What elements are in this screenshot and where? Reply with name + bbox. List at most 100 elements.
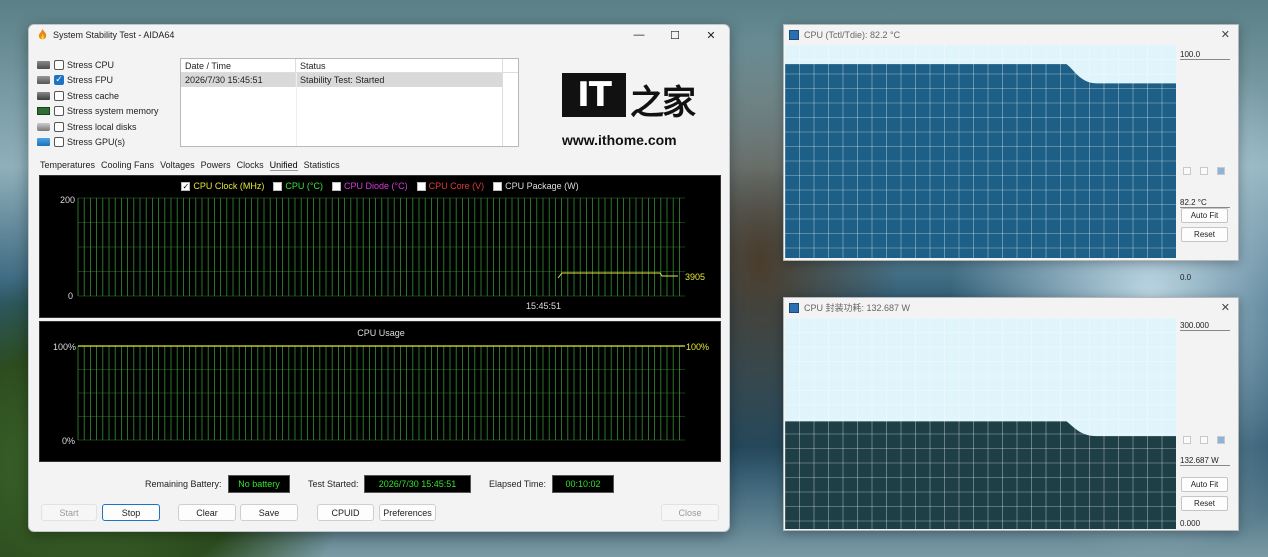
temperature-min-value: 0.0 (1180, 273, 1192, 282)
stress-gpu-checkbox[interactable] (54, 136, 64, 147)
flame-icon (36, 29, 48, 41)
test-started-status: Test Started: (308, 475, 359, 493)
clear-button[interactable]: Clear (178, 504, 236, 521)
log-row[interactable]: 2026/7/30 15:45:51 Stability Test: Start… (181, 73, 502, 87)
sensor-window-title: CPU 封装功耗: 132.687 W (804, 303, 911, 313)
maximize-button[interactable]: ☐ (657, 25, 693, 45)
log-row-status: Stability Test: Started (300, 75, 385, 85)
stress-memory-checkbox[interactable] (54, 105, 64, 116)
temperature-trend-svg (785, 45, 1176, 258)
close-window-button[interactable]: ✕ (693, 25, 729, 45)
memory-icon (37, 106, 50, 115)
power-max-value: 300.000 (1180, 318, 1230, 331)
test-started-label: Test Started: (308, 479, 359, 489)
option-stress-fpu[interactable]: ✓ Stress FPU (37, 72, 113, 87)
cpuid-button[interactable]: CPUID (317, 504, 374, 521)
stress-fpu-label: Stress FPU (67, 74, 114, 85)
elapsed-status: Elapsed Time: (489, 475, 546, 493)
color-swatch-icon[interactable] (1217, 436, 1225, 444)
unified-y-min: 0 (68, 291, 74, 301)
test-started-value: 2026/7/30 15:45:51 (364, 475, 471, 493)
auto-fit-button[interactable]: Auto Fit (1181, 477, 1228, 492)
stress-memory-label: Stress system memory (67, 105, 159, 116)
cpu-icon (37, 60, 50, 69)
temperature-trend-graph (785, 45, 1176, 258)
sensor-app-icon (789, 302, 799, 313)
reset-button[interactable]: Reset (1181, 496, 1228, 511)
option-stress-cpu[interactable]: Stress CPU (37, 57, 114, 72)
color-swatch-icon[interactable] (1183, 436, 1191, 444)
sensor-title-bar[interactable]: CPU 封装功耗: 132.687 W (784, 298, 1238, 317)
close-icon[interactable]: ✕ (1221, 301, 1230, 314)
log-header-status[interactable]: Status (296, 59, 518, 72)
power-trend-svg (785, 318, 1176, 529)
tab-powers[interactable]: Powers (201, 160, 231, 171)
stress-cache-checkbox[interactable] (54, 90, 64, 101)
close-icon[interactable]: ✕ (1221, 28, 1230, 41)
battery-status: Remaining Battery: (145, 475, 222, 493)
color-swatch-icon[interactable] (1200, 167, 1208, 175)
tab-statistics[interactable]: Statistics (304, 160, 340, 171)
logo-zhijia-mark: 之家 (630, 83, 696, 123)
stress-cache-label: Stress cache (67, 90, 120, 101)
graph-tabs: Temperatures Cooling Fans Voltages Power… (40, 160, 340, 171)
window-title: System Stability Test - AIDA64 (53, 30, 175, 40)
battery-value: No battery (228, 475, 290, 493)
cpu-usage-current-value: 100% (686, 342, 710, 352)
option-stress-cache[interactable]: Stress cache (37, 88, 119, 103)
temperature-max-value: 100.0 (1180, 47, 1230, 60)
option-stress-gpu[interactable]: Stress GPU(s) (37, 134, 125, 149)
cpu-usage-graph-grid (77, 345, 685, 441)
stress-fpu-checkbox[interactable]: ✓ (54, 74, 64, 85)
cpu-usage-graph: CPU Usage 100% 0% 100% (39, 321, 721, 462)
stop-button[interactable]: Stop (102, 504, 160, 521)
sensor-title-bar[interactable]: CPU (Tctl/Tdie): 82.2 °C (784, 25, 1238, 44)
unified-current-value: 3905 (685, 272, 706, 282)
save-button[interactable]: Save (240, 504, 298, 521)
unified-graph: ✓ CPU Clock (MHz) CPU (°C) CPU Diode (°C)… (39, 175, 721, 318)
log-header: Date / Time Status (181, 59, 518, 73)
power-current-value: 132.687 W (1180, 453, 1230, 466)
gpu-icon (37, 137, 50, 146)
cpu-usage-y-max: 100% (53, 342, 77, 352)
log-scrollbar[interactable] (502, 59, 503, 146)
stress-disks-checkbox[interactable] (54, 121, 64, 132)
disk-icon (37, 122, 50, 131)
color-swatch-icon[interactable] (1217, 167, 1225, 175)
stress-disks-label: Stress local disks (67, 121, 137, 132)
tab-temperatures[interactable]: Temperatures (40, 160, 95, 171)
stress-gpu-label: Stress GPU(s) (67, 136, 126, 147)
cpu-temperature-graph-window: CPU (Tctl/Tdie): 82.2 °C ✕ 100.0 82.2 °C… (783, 24, 1239, 282)
temperature-current-value: 82.2 °C (1180, 195, 1230, 208)
stress-cpu-checkbox[interactable] (54, 59, 64, 70)
log-header-datetime[interactable]: Date / Time (181, 59, 296, 72)
logo-it-mark: IT (562, 73, 626, 117)
close-button[interactable]: Close (661, 504, 719, 521)
reset-button[interactable]: Reset (1181, 227, 1228, 242)
title-bar[interactable]: System Stability Test - AIDA64 — ☐ ✕ (29, 25, 729, 45)
elapsed-label: Elapsed Time: (489, 479, 547, 489)
stress-cpu-label: Stress CPU (67, 59, 115, 70)
tab-clocks[interactable]: Clocks (237, 160, 264, 171)
option-stress-memory[interactable]: Stress system memory (37, 103, 159, 118)
tab-unified[interactable]: Unified (269, 160, 298, 171)
unified-graph-grid (77, 197, 685, 297)
color-swatch-icon[interactable] (1183, 167, 1191, 175)
tab-cooling-fans[interactable]: Cooling Fans (101, 160, 154, 171)
preferences-button[interactable]: Preferences (379, 504, 436, 521)
option-stress-disks[interactable]: Stress local disks (37, 119, 137, 134)
minimize-button[interactable]: — (621, 25, 657, 45)
color-swatch-icon[interactable] (1200, 436, 1208, 444)
cpu-usage-title: CPU Usage (357, 328, 405, 338)
fpu-icon (37, 75, 50, 84)
test-log-list[interactable]: Date / Time Status 2026/7/30 15:45:51 St… (180, 58, 519, 147)
power-trend-graph (785, 318, 1176, 529)
start-button[interactable]: Start (41, 504, 97, 521)
auto-fit-button[interactable]: Auto Fit (1181, 208, 1228, 223)
cache-icon (37, 91, 50, 100)
unified-time-label: 15:45:51 (526, 301, 562, 311)
sensor-window-title: CPU (Tctl/Tdie): 82.2 °C (804, 29, 901, 40)
battery-label: Remaining Battery: (145, 479, 222, 489)
tab-voltages[interactable]: Voltages (160, 160, 195, 171)
elapsed-value: 00:10:02 (552, 475, 614, 493)
